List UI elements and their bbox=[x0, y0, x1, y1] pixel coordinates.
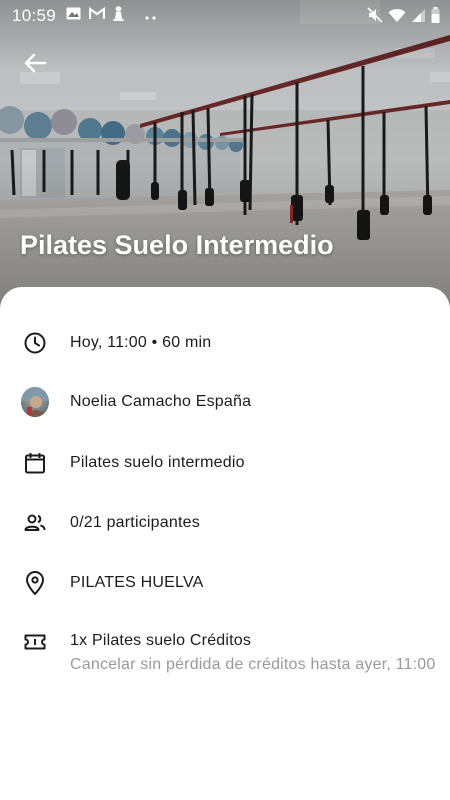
cancellation-note: Cancelar sin pérdida de créditos hasta a… bbox=[70, 656, 436, 673]
class-title: Pilates Suelo Intermedio bbox=[20, 230, 334, 260]
pawn-icon bbox=[113, 6, 124, 26]
wifi-icon bbox=[388, 8, 406, 28]
arrow-left-icon bbox=[23, 53, 47, 78]
calendar-icon bbox=[21, 449, 49, 477]
people-icon bbox=[21, 509, 49, 537]
ticket-icon bbox=[21, 628, 49, 656]
back-button[interactable] bbox=[18, 50, 52, 80]
details-card: Hoy, 11:00 • 60 min Noelia Camacho Españ… bbox=[0, 287, 450, 800]
participants-count: 0/21 participantes bbox=[70, 514, 200, 531]
more-dots-icon bbox=[144, 7, 158, 25]
image-icon bbox=[66, 7, 81, 25]
location-name: PILATES HUELVA bbox=[70, 574, 204, 591]
location-pin-icon bbox=[21, 569, 49, 597]
gmail-icon bbox=[88, 6, 106, 25]
clock-icon bbox=[21, 329, 49, 357]
signal-icon bbox=[411, 8, 426, 28]
hero-image bbox=[0, 0, 450, 320]
class-type: Pilates suelo intermedio bbox=[70, 454, 245, 471]
status-time: 10:59 bbox=[12, 6, 57, 25]
class-time: Hoy, 11:00 • 60 min bbox=[70, 334, 212, 351]
mute-icon bbox=[367, 7, 383, 28]
instructor-name: Noelia Camacho España bbox=[70, 393, 252, 410]
battery-icon bbox=[431, 7, 440, 28]
credits-text: 1x Pilates suelo Créditos bbox=[70, 632, 252, 649]
status-bar: 10:59 bbox=[0, 0, 450, 32]
instructor-avatar bbox=[21, 387, 49, 417]
